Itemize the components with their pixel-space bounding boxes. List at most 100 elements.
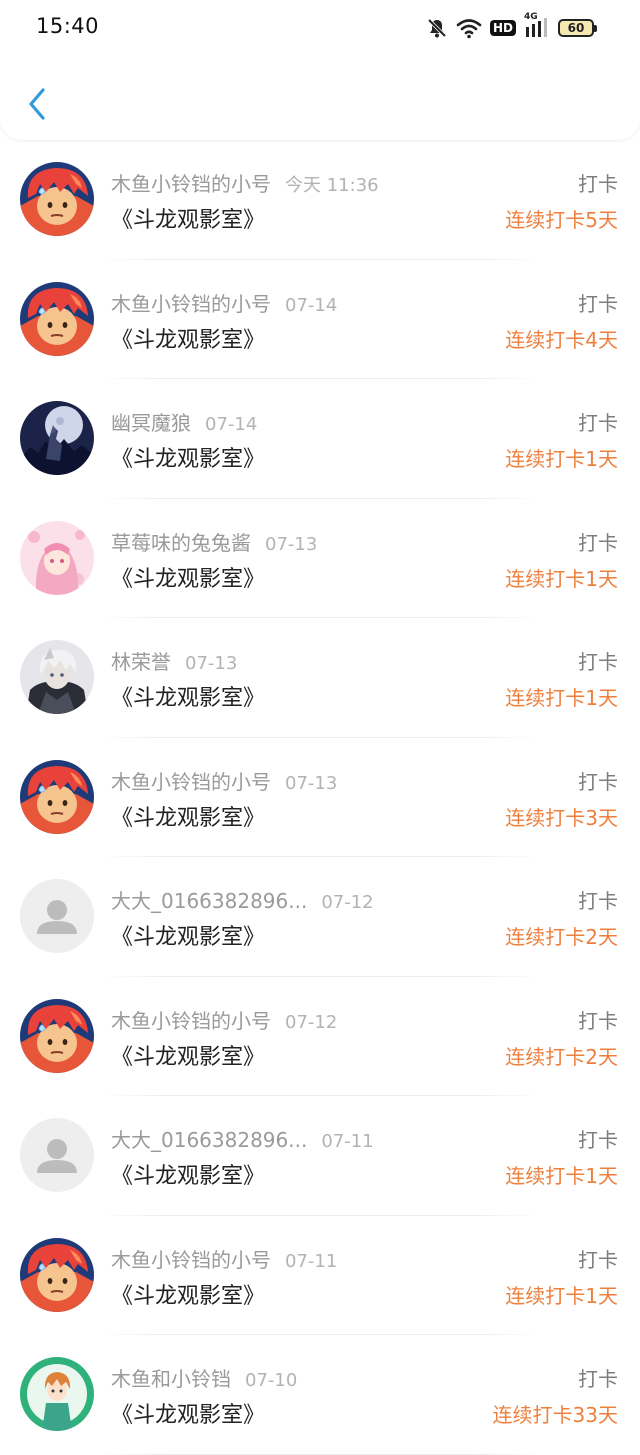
checkin-date: 07-14 xyxy=(285,294,338,316)
user-avatar[interactable] xyxy=(20,1237,94,1312)
streak-label: 连续打卡4天 xyxy=(505,327,618,352)
action-label: 打卡 xyxy=(578,172,618,196)
checkin-date: 07-13 xyxy=(285,772,338,794)
checkin-row[interactable]: 大大_0166382896... 07-12 《斗龙观影室》 打卡 连续打卡2天 xyxy=(0,857,640,977)
checkin-list: 木鱼小铃铛的小号 今天 11:36 《斗龙观影室》 打卡 连续打卡5天 木鱼小铃铛… xyxy=(0,140,640,1455)
user-name-line: 木鱼小铃铛的小号 今天 11:36 xyxy=(111,168,379,197)
signal-4g-icon: 4G xyxy=(524,12,550,39)
action-label: 打卡 xyxy=(578,1128,618,1152)
user-name-line: 木鱼小铃铛的小号 07-12 xyxy=(111,1005,337,1034)
user-name[interactable]: 木鱼小铃铛的小号 xyxy=(111,1248,271,1272)
user-name-line: 林荣誉 07-13 xyxy=(111,646,237,675)
checkin-date: 07-11 xyxy=(321,1131,374,1152)
battery-icon: 60 xyxy=(558,19,597,37)
checkin-row[interactable]: 木鱼和小铃铛 07-10 《斗龙观影室》 打卡 连续打卡33天 xyxy=(0,1335,640,1455)
user-avatar[interactable] xyxy=(20,759,94,834)
streak-label: 连续打卡1天 xyxy=(505,1283,618,1308)
work-title[interactable]: 《斗龙观影室》 xyxy=(111,561,265,593)
checkin-date: 07-12 xyxy=(285,1011,338,1033)
action-label: 打卡 xyxy=(578,530,618,555)
streak-label: 连续打卡1天 xyxy=(505,566,618,591)
action-label: 打卡 xyxy=(578,650,618,674)
streak-label: 连续打卡5天 xyxy=(505,208,618,232)
action-label: 打卡 xyxy=(578,1247,618,1272)
user-avatar[interactable] xyxy=(20,281,94,356)
work-title[interactable]: 《斗龙观影室》 xyxy=(111,322,265,354)
checkin-date: 07-11 xyxy=(285,1250,338,1272)
user-name[interactable]: 幽冥魔狼 xyxy=(111,411,191,435)
work-title[interactable]: 《斗龙观影室》 xyxy=(111,202,265,234)
work-title[interactable]: 《斗龙观影室》 xyxy=(111,441,265,473)
work-title[interactable]: 《斗龙观影室》 xyxy=(111,919,265,951)
user-avatar[interactable] xyxy=(20,998,94,1073)
checkin-row[interactable]: 木鱼小铃铛的小号 07-13 《斗龙观影室》 打卡 连续打卡3天 xyxy=(0,738,640,857)
user-avatar[interactable] xyxy=(20,401,94,475)
user-name[interactable]: 木鱼小铃铛的小号 xyxy=(111,770,271,794)
status-icons: HD 4G 60 xyxy=(426,12,597,42)
action-label: 打卡 xyxy=(578,889,618,913)
action-label: 打卡 xyxy=(578,1008,618,1033)
back-button[interactable] xyxy=(20,84,54,124)
streak-label: 连续打卡2天 xyxy=(505,1044,618,1069)
action-label: 打卡 xyxy=(578,769,618,794)
row-divider xyxy=(100,1453,540,1455)
checkin-date: 07-14 xyxy=(205,414,258,435)
streak-label: 连续打卡1天 xyxy=(505,686,618,710)
streak-label: 连续打卡3天 xyxy=(505,805,618,830)
checkin-date: 07-12 xyxy=(321,892,374,913)
checkin-date: 今天 11:36 xyxy=(285,175,379,196)
user-name[interactable]: 草莓味的兔兔酱 xyxy=(111,531,251,555)
wifi-icon xyxy=(456,17,482,39)
bell-muted-icon xyxy=(426,17,448,39)
user-name-line: 大大_0166382896... 07-12 xyxy=(111,885,374,914)
checkin-date: 07-13 xyxy=(265,533,318,555)
checkin-date: 07-13 xyxy=(185,653,238,674)
work-title[interactable]: 《斗龙观影室》 xyxy=(111,1278,265,1310)
user-avatar[interactable] xyxy=(20,1357,94,1431)
streak-label: 连续打卡1天 xyxy=(505,1164,618,1188)
checkin-row[interactable]: 大大_0166382896... 07-11 《斗龙观影室》 打卡 连续打卡1天 xyxy=(0,1096,640,1216)
checkin-row[interactable]: 木鱼小铃铛的小号 07-14 《斗龙观影室》 打卡 连续打卡4天 xyxy=(0,260,640,379)
user-avatar[interactable] xyxy=(20,640,94,714)
user-name[interactable]: 木鱼小铃铛的小号 xyxy=(111,1009,271,1033)
user-name-line: 木鱼小铃铛的小号 07-13 xyxy=(111,766,337,795)
user-name[interactable]: 木鱼小铃铛的小号 xyxy=(111,292,271,316)
streak-label: 连续打卡1天 xyxy=(505,447,618,471)
checkin-row[interactable]: 木鱼小铃铛的小号 07-12 《斗龙观影室》 打卡 连续打卡2天 xyxy=(0,977,640,1096)
user-name-line: 木鱼小铃铛的小号 07-11 xyxy=(111,1244,337,1273)
streak-label: 连续打卡33天 xyxy=(492,1403,618,1427)
user-name[interactable]: 大大_0166382896... xyxy=(111,889,307,913)
user-name[interactable]: 木鱼和小铃铛 xyxy=(111,1367,231,1391)
user-name[interactable]: 木鱼小铃铛的小号 xyxy=(111,172,271,196)
streak-label: 连续打卡2天 xyxy=(505,925,618,949)
checkin-row[interactable]: 草莓味的兔兔酱 07-13 《斗龙观影室》 打卡 连续打卡1天 xyxy=(0,499,640,618)
user-name-line: 木鱼和小铃铛 07-10 xyxy=(111,1363,297,1392)
user-avatar[interactable] xyxy=(20,520,94,595)
work-title[interactable]: 《斗龙观影室》 xyxy=(111,1039,265,1071)
user-name[interactable]: 林荣誉 xyxy=(111,650,171,674)
user-avatar[interactable] xyxy=(20,1118,94,1192)
action-label: 打卡 xyxy=(578,291,618,316)
battery-level: 60 xyxy=(567,21,585,35)
checkin-row[interactable]: 木鱼小铃铛的小号 今天 11:36 《斗龙观影室》 打卡 连续打卡5天 xyxy=(0,140,640,260)
checkin-date: 07-10 xyxy=(245,1370,298,1391)
user-avatar[interactable] xyxy=(20,879,94,953)
action-label: 打卡 xyxy=(578,411,618,435)
checkin-row[interactable]: 木鱼小铃铛的小号 07-11 《斗龙观影室》 打卡 连续打卡1天 xyxy=(0,1216,640,1335)
user-name-line: 幽冥魔狼 07-14 xyxy=(111,407,257,436)
checkin-row[interactable]: 幽冥魔狼 07-14 《斗龙观影室》 打卡 连续打卡1天 xyxy=(0,379,640,499)
top-bar: 15:40 HD 4G 60 xyxy=(0,0,640,140)
status-time: 15:40 xyxy=(36,14,100,38)
user-name-line: 木鱼小铃铛的小号 07-14 xyxy=(111,288,337,317)
network-type-label: 4G xyxy=(524,12,538,22)
work-title[interactable]: 《斗龙观影室》 xyxy=(111,800,265,832)
hd-icon: HD xyxy=(489,20,516,36)
chevron-left-icon xyxy=(29,88,45,120)
work-title[interactable]: 《斗龙观影室》 xyxy=(111,680,265,712)
action-label: 打卡 xyxy=(578,1367,618,1391)
user-name[interactable]: 大大_0166382896... xyxy=(111,1128,307,1152)
checkin-row[interactable]: 林荣誉 07-13 《斗龙观影室》 打卡 连续打卡1天 xyxy=(0,618,640,738)
work-title[interactable]: 《斗龙观影室》 xyxy=(111,1158,265,1190)
work-title[interactable]: 《斗龙观影室》 xyxy=(111,1397,265,1429)
user-avatar[interactable] xyxy=(20,162,94,236)
